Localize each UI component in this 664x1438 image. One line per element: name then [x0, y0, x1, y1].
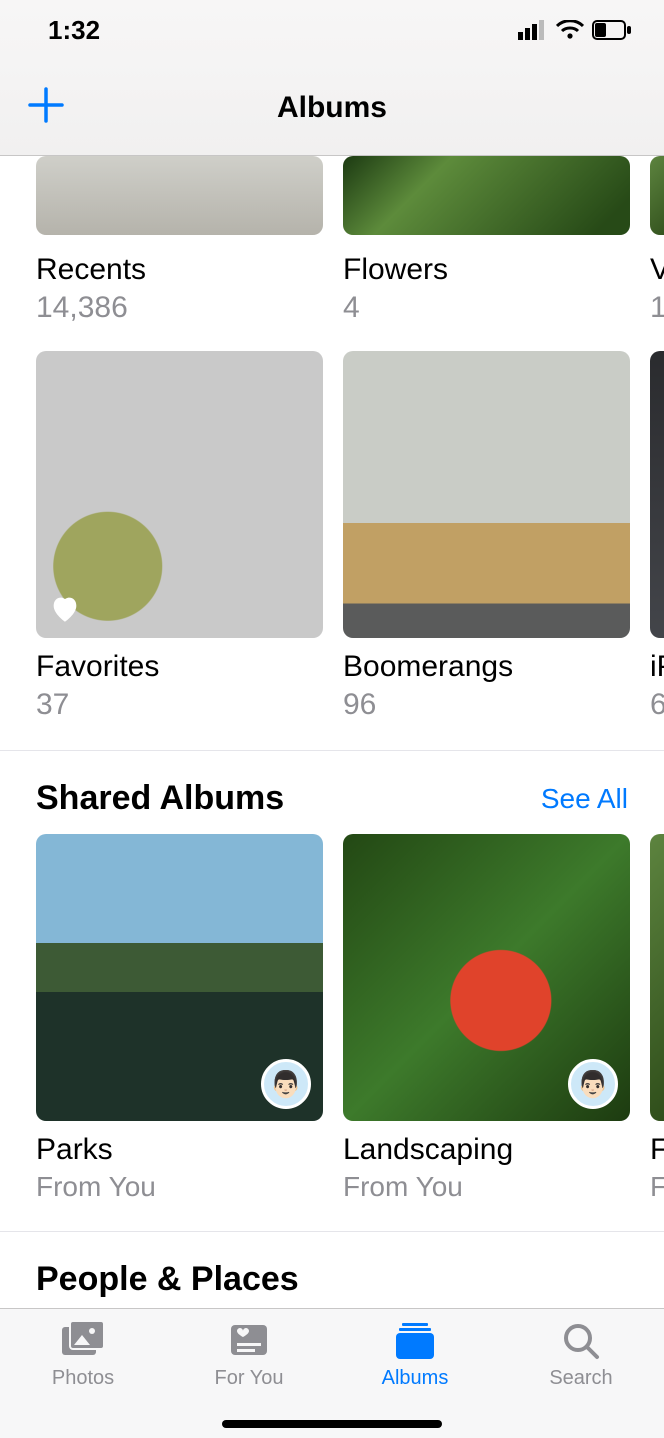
- shared-album-landscaping[interactable]: 👨🏻 Landscaping From You: [343, 834, 630, 1203]
- album-thumbnail: [343, 351, 630, 638]
- shared-album-partial[interactable]: F F: [650, 834, 664, 1203]
- owner-avatar: 👨🏻: [261, 1059, 311, 1109]
- tab-photos[interactable]: Photos: [0, 1321, 166, 1438]
- album-boomerangs[interactable]: Boomerangs 96: [343, 351, 630, 722]
- album-thumbnail: [36, 156, 323, 235]
- tab-label: Search: [498, 1367, 664, 1390]
- content-scroll[interactable]: Recents 14,386 Flowers 4 V 1 Favorites 3…: [0, 156, 664, 1308]
- album-count: 1: [650, 291, 664, 325]
- album-title: Favorites: [36, 650, 323, 684]
- album-recents[interactable]: Recents 14,386: [36, 156, 323, 325]
- album-title: F: [650, 1133, 664, 1167]
- people-places-header: People & Places: [0, 1231, 664, 1308]
- tab-label: For You: [166, 1367, 332, 1390]
- status-time: 1:32: [48, 15, 100, 46]
- tab-bar: Photos For You Albums Search: [0, 1308, 664, 1438]
- album-title: V: [650, 253, 664, 287]
- battery-icon: [592, 20, 632, 40]
- album-count: 96: [343, 688, 630, 722]
- album-title: Recents: [36, 253, 323, 287]
- album-title: Landscaping: [343, 1133, 630, 1167]
- status-bar: 1:32: [0, 0, 664, 60]
- album-count: 6: [650, 688, 664, 722]
- album-subtitle: From You: [343, 1171, 630, 1203]
- tab-search[interactable]: Search: [498, 1321, 664, 1438]
- nav-bar: Albums: [0, 60, 664, 156]
- album-partial[interactable]: iP 6: [650, 351, 664, 722]
- albums-icon: [390, 1321, 440, 1361]
- status-icons: [518, 20, 632, 40]
- section-title: Shared Albums: [36, 779, 284, 818]
- album-flowers[interactable]: Flowers 4: [343, 156, 630, 325]
- album-thumbnail: 👨🏻: [343, 834, 630, 1121]
- owner-avatar: 👨🏻: [568, 1059, 618, 1109]
- album-title: iP: [650, 650, 664, 684]
- album-subtitle: F: [650, 1171, 664, 1203]
- shared-albums-row[interactable]: 👨🏻 Parks From You 👨🏻 Landscaping From Yo…: [0, 834, 664, 1203]
- album-title: Flowers: [343, 253, 630, 287]
- shared-albums-header: Shared Albums See All: [0, 750, 664, 834]
- album-thumbnail: [343, 156, 630, 235]
- my-albums-row-1[interactable]: Recents 14,386 Flowers 4 V 1: [0, 156, 664, 325]
- album-subtitle: From You: [36, 1171, 323, 1203]
- album-thumbnail: 👨🏻: [36, 834, 323, 1121]
- album-favorites[interactable]: Favorites 37: [36, 351, 323, 722]
- heart-icon: [48, 592, 82, 626]
- my-albums-row-2[interactable]: Favorites 37 Boomerangs 96 iP 6: [0, 351, 664, 722]
- add-button[interactable]: [28, 84, 64, 132]
- home-indicator[interactable]: [222, 1420, 442, 1428]
- page-title: Albums: [277, 91, 387, 125]
- album-thumbnail: [650, 351, 664, 638]
- see-all-link[interactable]: See All: [541, 783, 628, 815]
- album-title: Boomerangs: [343, 650, 630, 684]
- album-count: 14,386: [36, 291, 323, 325]
- album-partial[interactable]: V 1: [650, 156, 664, 325]
- album-count: 4: [343, 291, 630, 325]
- section-title: People & Places: [36, 1260, 299, 1299]
- photos-icon: [60, 1321, 106, 1361]
- cell-signal-icon: [518, 20, 548, 40]
- album-thumbnail: [650, 834, 664, 1121]
- shared-album-parks[interactable]: 👨🏻 Parks From You: [36, 834, 323, 1203]
- album-title: Parks: [36, 1133, 323, 1167]
- search-icon: [561, 1321, 601, 1361]
- album-count: 37: [36, 688, 323, 722]
- tab-label: Albums: [332, 1367, 498, 1390]
- album-thumbnail: [650, 156, 664, 235]
- album-thumbnail: [36, 351, 323, 638]
- wifi-icon: [556, 20, 584, 40]
- plus-icon: [28, 87, 64, 123]
- foryou-icon: [227, 1321, 271, 1361]
- tab-label: Photos: [0, 1367, 166, 1390]
